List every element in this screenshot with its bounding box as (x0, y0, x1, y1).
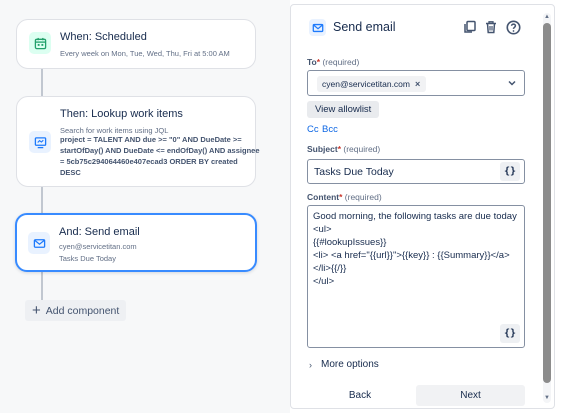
to-field[interactable]: cyen@servicetitan.com × (307, 70, 525, 96)
calendar-icon (29, 32, 51, 54)
recipient-tag: cyen@servicetitan.com × (317, 76, 427, 92)
trigger-schedule: Every week on Mon, Tue, Wed, Thu, Fri at… (60, 49, 230, 58)
help-icon[interactable] (504, 18, 522, 36)
monitor-icon (29, 131, 51, 153)
lookup-jql: project = TALENT AND due >= "0" AND DueD… (60, 135, 260, 177)
view-allowlist-button[interactable]: View allowlist (307, 101, 380, 118)
email-subject: Tasks Due Today (59, 254, 116, 263)
remove-tag-icon[interactable]: × (415, 79, 420, 89)
lookup-title: Then: Lookup work items (60, 108, 183, 120)
chevron-right-icon: › (309, 359, 312, 370)
subject-label: Subject* (required) (307, 144, 381, 154)
bcc-link[interactable]: Bcc (322, 124, 338, 135)
subject-input[interactable]: Tasks Due Today {} (307, 159, 525, 184)
content-textarea[interactable]: Good morning, the following tasks are du… (307, 205, 525, 348)
content-line: <li> <a href="{{url}}">{{key}} : {{Summa… (313, 250, 510, 261)
to-required: (required) (322, 57, 360, 67)
subject-value: Tasks Due Today (314, 166, 394, 178)
content-required: (required) (344, 192, 382, 202)
flow-canvas: When: Scheduled Every week on Mon, Tue, … (0, 0, 290, 413)
content-label-text: Content (307, 192, 340, 202)
to-label: To* (required) (307, 57, 360, 67)
plus-icon: + (32, 302, 41, 319)
envelope-icon (28, 232, 50, 254)
subject-required: (required) (343, 144, 381, 154)
panel-title: Send email (333, 20, 396, 34)
add-component-button[interactable]: + Add component (25, 300, 126, 321)
trigger-card[interactable]: When: Scheduled Every week on Mon, Tue, … (16, 19, 256, 69)
recipient-tag-label: cyen@servicetitan.com (322, 79, 410, 89)
insert-variable-button[interactable]: {} (500, 324, 520, 343)
next-button[interactable]: Next (416, 385, 525, 406)
copy-icon[interactable] (461, 18, 479, 36)
to-label-text: To (307, 57, 317, 67)
connector-line (41, 186, 43, 216)
scroll-down-icon[interactable]: ▼ (544, 395, 550, 401)
more-options-label: More options (321, 359, 379, 370)
back-button[interactable]: Back (320, 386, 400, 405)
lookup-card[interactable]: Then: Lookup work items Search for work … (16, 96, 260, 187)
insert-variable-button[interactable]: {} (500, 162, 520, 181)
connector-line (41, 271, 43, 301)
content-line: Good morning, the following tasks are du… (313, 211, 517, 222)
connector-line (41, 68, 43, 98)
content-line: {{#lookupIssues}} (313, 237, 387, 248)
email-recipient: cyen@servicetitan.com (59, 242, 137, 251)
trigger-title: When: Scheduled (60, 31, 147, 43)
content-line: </ul> (313, 276, 335, 287)
scrollbar-thumb[interactable] (543, 23, 551, 383)
content-line: <ul> (313, 224, 332, 235)
add-component-label: Add component (45, 304, 120, 317)
content-line: </li>{{/}} (313, 263, 347, 274)
trash-icon[interactable] (482, 18, 500, 36)
more-options-toggle[interactable]: › More options (309, 359, 379, 370)
content-label: Content* (required) (307, 192, 382, 202)
scroll-up-icon[interactable]: ▲ (544, 14, 550, 20)
cc-link[interactable]: Cc (307, 124, 319, 135)
email-title: And: Send email (59, 226, 140, 238)
send-email-panel: Send email To* (required) cyen@serviceti… (290, 4, 555, 409)
envelope-icon (309, 19, 326, 36)
subject-label-text: Subject (307, 144, 338, 154)
email-card[interactable]: And: Send email cyen@servicetitan.com Ta… (15, 213, 257, 272)
chevron-down-icon[interactable] (506, 77, 518, 89)
